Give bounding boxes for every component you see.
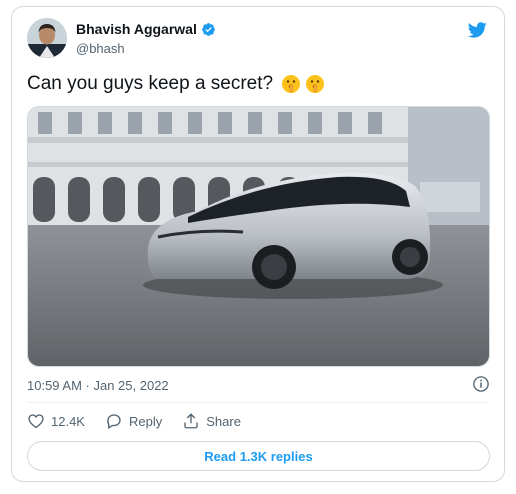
- tweet-media-image[interactable]: [27, 106, 490, 367]
- tweet-text: Can you guys keep a secret?: [27, 73, 274, 94]
- reply-label: Reply: [128, 413, 163, 429]
- share-label: Share: [206, 413, 241, 429]
- tweet-timestamp[interactable]: 10:59 AM · Jan 25, 2022: [27, 378, 169, 393]
- reply-icon: [107, 414, 121, 429]
- reply-button[interactable]: Reply: [105, 412, 162, 430]
- verified-badge-icon: [201, 22, 216, 37]
- tweet-card: Bhavish Aggarwal @bhash Can you guys kee…: [11, 6, 505, 482]
- avatar[interactable]: [27, 18, 67, 58]
- share-button[interactable]: Share: [182, 412, 241, 430]
- twitter-bird-icon[interactable]: [466, 20, 488, 40]
- shushing-face-emoji-icon: [305, 74, 325, 94]
- info-icon[interactable]: [472, 375, 490, 393]
- shushing-face-emoji-icon: [281, 74, 301, 94]
- heart-icon: [28, 414, 44, 429]
- divider: [27, 402, 489, 403]
- like-count: 12.4K: [51, 413, 85, 429]
- like-button[interactable]: 12.4K: [27, 412, 85, 430]
- author-display-name[interactable]: Bhavish Aggarwal: [76, 21, 197, 37]
- share-icon: [184, 413, 198, 429]
- author-handle[interactable]: @bhash: [76, 41, 125, 56]
- read-replies-button[interactable]: Read 1.3K replies: [27, 441, 490, 471]
